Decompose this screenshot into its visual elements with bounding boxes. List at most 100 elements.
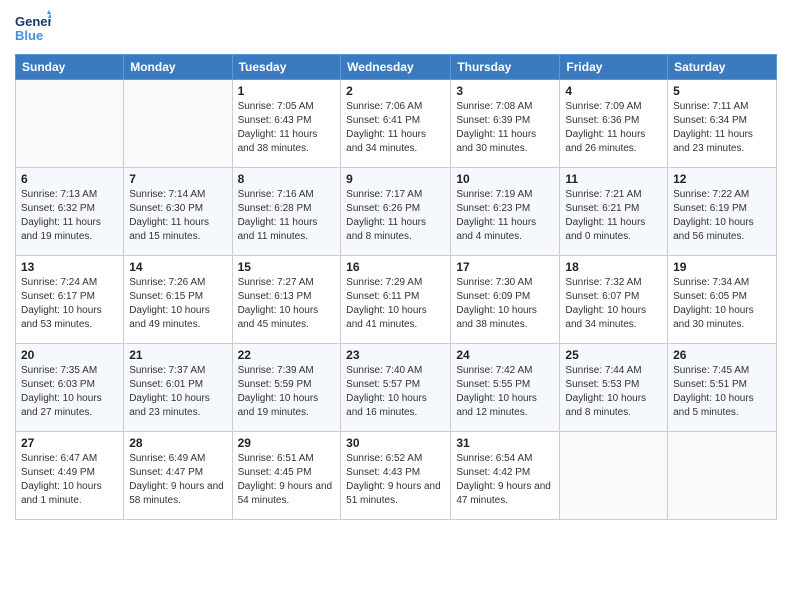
- day-info: Sunrise: 7:05 AM Sunset: 6:43 PM Dayligh…: [238, 100, 336, 156]
- day-number: 27: [21, 436, 118, 450]
- logo: General Blue: [15, 10, 51, 46]
- day-number: 25: [565, 348, 662, 362]
- calendar-cell: 10 Sunrise: 7:19 AM Sunset: 6:23 PM Dayli…: [451, 168, 560, 256]
- calendar-cell: 7 Sunrise: 7:14 AM Sunset: 6:30 PM Daylig…: [124, 168, 232, 256]
- day-number: 23: [346, 348, 445, 362]
- col-header-tuesday: Tuesday: [232, 55, 341, 80]
- day-info: Sunrise: 7:42 AM Sunset: 5:55 PM Dayligh…: [456, 364, 554, 420]
- header: General Blue: [15, 10, 777, 46]
- day-info: Sunrise: 7:06 AM Sunset: 6:41 PM Dayligh…: [346, 100, 445, 156]
- day-number: 29: [238, 436, 336, 450]
- day-info: Sunrise: 7:19 AM Sunset: 6:23 PM Dayligh…: [456, 188, 554, 244]
- day-info: Sunrise: 6:47 AM Sunset: 4:49 PM Dayligh…: [21, 452, 118, 508]
- day-info: Sunrise: 7:16 AM Sunset: 6:28 PM Dayligh…: [238, 188, 336, 244]
- day-info: Sunrise: 6:54 AM Sunset: 4:42 PM Dayligh…: [456, 452, 554, 508]
- calendar-week-3: 13Sunrise: 7:24 AM Sunset: 6:17 PM Dayli…: [16, 256, 777, 344]
- day-number: 16: [346, 260, 445, 274]
- day-info: Sunrise: 7:22 AM Sunset: 6:19 PM Dayligh…: [673, 188, 771, 244]
- day-number: 26: [673, 348, 771, 362]
- day-info: Sunrise: 7:34 AM Sunset: 6:05 PM Dayligh…: [673, 276, 771, 332]
- calendar-cell: 6 Sunrise: 7:13 AM Sunset: 6:32 PM Daylig…: [16, 168, 124, 256]
- day-info: Sunrise: 7:17 AM Sunset: 6:26 PM Dayligh…: [346, 188, 445, 244]
- day-number: 4: [565, 84, 662, 98]
- calendar-cell: 13Sunrise: 7:24 AM Sunset: 6:17 PM Dayli…: [16, 256, 124, 344]
- calendar-cell: 24 Sunrise: 7:42 AM Sunset: 5:55 PM Dayli…: [451, 344, 560, 432]
- calendar-week-4: 20 Sunrise: 7:35 AM Sunset: 6:03 PM Dayli…: [16, 344, 777, 432]
- calendar-cell: 4 Sunrise: 7:09 AM Sunset: 6:36 PM Daylig…: [560, 80, 668, 168]
- day-info: Sunrise: 7:35 AM Sunset: 6:03 PM Dayligh…: [21, 364, 118, 420]
- calendar-cell: [668, 432, 777, 520]
- col-header-wednesday: Wednesday: [341, 55, 451, 80]
- calendar-week-2: 6 Sunrise: 7:13 AM Sunset: 6:32 PM Daylig…: [16, 168, 777, 256]
- day-number: 10: [456, 172, 554, 186]
- day-number: 6: [21, 172, 118, 186]
- day-info: Sunrise: 7:37 AM Sunset: 6:01 PM Dayligh…: [129, 364, 226, 420]
- day-number: 28: [129, 436, 226, 450]
- col-header-saturday: Saturday: [668, 55, 777, 80]
- day-info: Sunrise: 7:26 AM Sunset: 6:15 PM Dayligh…: [129, 276, 226, 332]
- logo-icon: General Blue: [15, 10, 51, 46]
- day-number: 24: [456, 348, 554, 362]
- calendar-cell: 18Sunrise: 7:32 AM Sunset: 6:07 PM Dayli…: [560, 256, 668, 344]
- col-header-thursday: Thursday: [451, 55, 560, 80]
- day-info: Sunrise: 6:51 AM Sunset: 4:45 PM Dayligh…: [238, 452, 336, 508]
- day-info: Sunrise: 7:29 AM Sunset: 6:11 PM Dayligh…: [346, 276, 445, 332]
- day-number: 18: [565, 260, 662, 274]
- calendar-cell: 12 Sunrise: 7:22 AM Sunset: 6:19 PM Dayli…: [668, 168, 777, 256]
- calendar-cell: 5 Sunrise: 7:11 AM Sunset: 6:34 PM Daylig…: [668, 80, 777, 168]
- logo-area: General Blue: [15, 10, 51, 46]
- calendar-cell: 30 Sunrise: 6:52 AM Sunset: 4:43 PM Dayli…: [341, 432, 451, 520]
- col-header-monday: Monday: [124, 55, 232, 80]
- day-info: Sunrise: 6:52 AM Sunset: 4:43 PM Dayligh…: [346, 452, 445, 508]
- day-number: 3: [456, 84, 554, 98]
- day-number: 19: [673, 260, 771, 274]
- day-info: Sunrise: 7:21 AM Sunset: 6:21 PM Dayligh…: [565, 188, 662, 244]
- day-info: Sunrise: 7:08 AM Sunset: 6:39 PM Dayligh…: [456, 100, 554, 156]
- day-number: 14: [129, 260, 226, 274]
- day-number: 8: [238, 172, 336, 186]
- calendar-cell: 27 Sunrise: 6:47 AM Sunset: 4:49 PM Dayli…: [16, 432, 124, 520]
- day-info: Sunrise: 7:13 AM Sunset: 6:32 PM Dayligh…: [21, 188, 118, 244]
- day-info: Sunrise: 7:44 AM Sunset: 5:53 PM Dayligh…: [565, 364, 662, 420]
- calendar-cell: 15Sunrise: 7:27 AM Sunset: 6:13 PM Dayli…: [232, 256, 341, 344]
- calendar-cell: [124, 80, 232, 168]
- day-number: 2: [346, 84, 445, 98]
- day-info: Sunrise: 7:11 AM Sunset: 6:34 PM Dayligh…: [673, 100, 771, 156]
- calendar-cell: 19 Sunrise: 7:34 AM Sunset: 6:05 PM Dayli…: [668, 256, 777, 344]
- day-info: Sunrise: 7:27 AM Sunset: 6:13 PM Dayligh…: [238, 276, 336, 332]
- calendar-cell: 2 Sunrise: 7:06 AM Sunset: 6:41 PM Daylig…: [341, 80, 451, 168]
- day-number: 31: [456, 436, 554, 450]
- calendar-cell: 14 Sunrise: 7:26 AM Sunset: 6:15 PM Dayli…: [124, 256, 232, 344]
- calendar-cell: [16, 80, 124, 168]
- calendar-cell: 3 Sunrise: 7:08 AM Sunset: 6:39 PM Daylig…: [451, 80, 560, 168]
- day-info: Sunrise: 7:09 AM Sunset: 6:36 PM Dayligh…: [565, 100, 662, 156]
- col-header-friday: Friday: [560, 55, 668, 80]
- day-number: 1: [238, 84, 336, 98]
- day-number: 5: [673, 84, 771, 98]
- day-info: Sunrise: 7:40 AM Sunset: 5:57 PM Dayligh…: [346, 364, 445, 420]
- day-info: Sunrise: 7:30 AM Sunset: 6:09 PM Dayligh…: [456, 276, 554, 332]
- calendar-cell: 26 Sunrise: 7:45 AM Sunset: 5:51 PM Dayli…: [668, 344, 777, 432]
- day-info: Sunrise: 7:14 AM Sunset: 6:30 PM Dayligh…: [129, 188, 226, 244]
- calendar-cell: 17Sunrise: 7:30 AM Sunset: 6:09 PM Dayli…: [451, 256, 560, 344]
- svg-text:General: General: [15, 14, 51, 29]
- day-number: 30: [346, 436, 445, 450]
- calendar-cell: 29 Sunrise: 6:51 AM Sunset: 4:45 PM Dayli…: [232, 432, 341, 520]
- day-info: Sunrise: 6:49 AM Sunset: 4:47 PM Dayligh…: [129, 452, 226, 508]
- calendar-cell: 31 Sunrise: 6:54 AM Sunset: 4:42 PM Dayli…: [451, 432, 560, 520]
- calendar-cell: 23 Sunrise: 7:40 AM Sunset: 5:57 PM Dayli…: [341, 344, 451, 432]
- calendar-cell: 1 Sunrise: 7:05 AM Sunset: 6:43 PM Daylig…: [232, 80, 341, 168]
- day-info: Sunrise: 7:45 AM Sunset: 5:51 PM Dayligh…: [673, 364, 771, 420]
- day-info: Sunrise: 7:39 AM Sunset: 5:59 PM Dayligh…: [238, 364, 336, 420]
- calendar-cell: 28 Sunrise: 6:49 AM Sunset: 4:47 PM Dayli…: [124, 432, 232, 520]
- day-number: 12: [673, 172, 771, 186]
- day-number: 7: [129, 172, 226, 186]
- calendar-cell: [560, 432, 668, 520]
- col-header-sunday: Sunday: [16, 55, 124, 80]
- day-number: 21: [129, 348, 226, 362]
- calendar-cell: 9 Sunrise: 7:17 AM Sunset: 6:26 PM Daylig…: [341, 168, 451, 256]
- day-number: 20: [21, 348, 118, 362]
- calendar-cell: 8 Sunrise: 7:16 AM Sunset: 6:28 PM Daylig…: [232, 168, 341, 256]
- day-info: Sunrise: 7:24 AM Sunset: 6:17 PM Dayligh…: [21, 276, 118, 332]
- day-number: 9: [346, 172, 445, 186]
